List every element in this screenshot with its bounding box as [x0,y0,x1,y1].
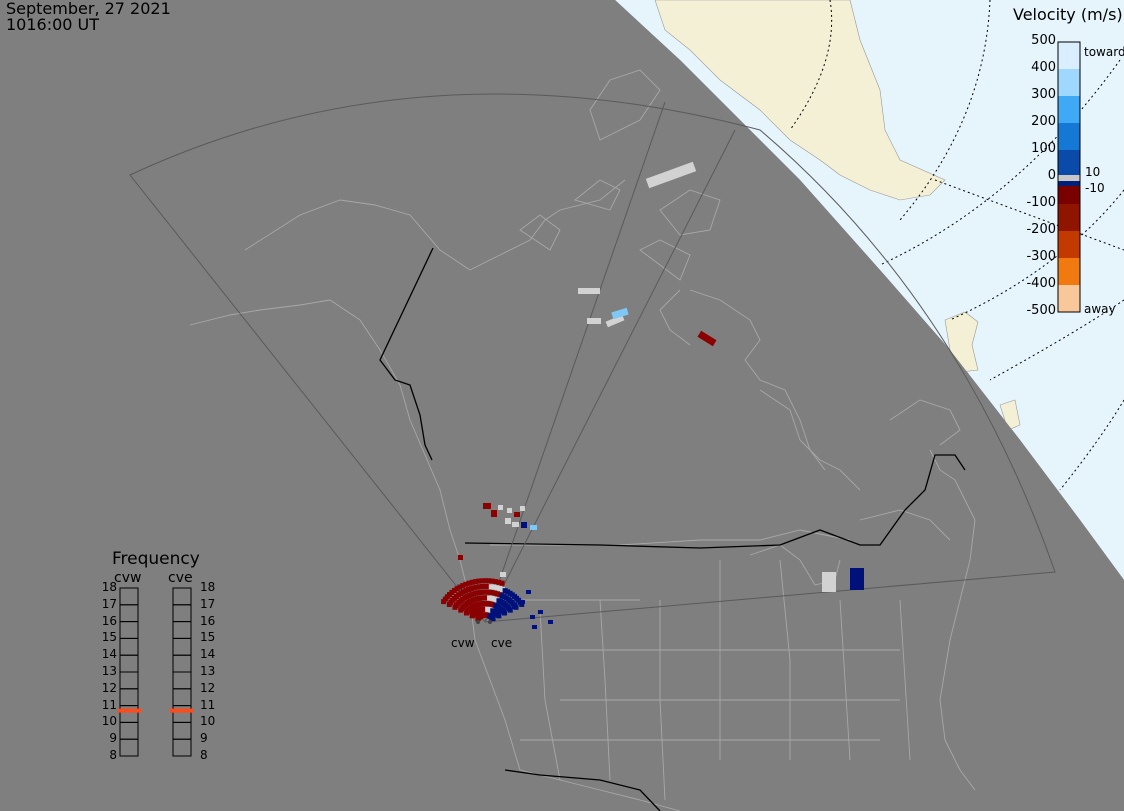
velocity-tick-10: -500 [1026,303,1056,318]
radar-label-cvw: cvw [451,636,475,650]
frequency-tick-9-right: 9 [200,731,208,746]
velocity-tick-5: 0 [1047,168,1056,183]
frequency-tick-18-left: 18 [101,580,117,594]
frequency-tick-12-right: 12 [200,680,216,695]
frequency-tick-16-right: 16 [200,613,216,628]
echo-cell [530,525,537,530]
echo-cell [530,615,535,619]
echo-cell [490,616,496,622]
frequency-tick-14-right: 14 [200,647,216,662]
echo-cell [578,288,600,294]
frequency-tick-15-left: 15 [101,630,117,645]
frequency-title: Frequency [112,549,200,569]
echo-cell [502,610,508,616]
colorbar-segment [1058,150,1080,177]
frequency-tick-15-right: 15 [200,630,216,645]
velocity-tick-9: -400 [1026,276,1056,291]
echo-cell [587,318,601,324]
frequency-tick-10-left: 10 [101,714,117,729]
radar-site-cve [488,620,492,624]
frequency-tick-13-right: 13 [200,664,216,678]
echo-cell [512,522,519,527]
echo-cell [514,512,520,517]
radar-site-cvw [476,620,480,624]
frequency-indicator [170,708,194,713]
echo-cell [491,510,497,517]
echo-cell [496,613,502,619]
velocity-tick-2: 300 [1031,87,1056,102]
frequency-tick-8-right: 8 [200,748,208,762]
frequency-tick-11-right: 11 [200,697,216,712]
frequency-tick-12-left: 12 [101,680,117,695]
toward-label: toward [1084,45,1124,59]
away-label: away [1084,302,1116,316]
echo-cell [498,505,503,510]
colorbar-segment [1058,204,1080,231]
colorbar-segment [1058,258,1080,285]
echo-cell [512,605,517,609]
frequency-tick-13-left: 13 [101,664,117,678]
ground-scatter-upper-label: 10 [1085,165,1101,179]
ground-scatter-lower-label: -10 [1085,181,1105,195]
echo-cell [483,503,491,509]
colorbar-segment [1058,285,1080,312]
frequency-column-cve-label: cve [168,570,193,586]
frequency-tick-14-left: 14 [101,647,117,662]
velocity-tick-0: 500 [1031,33,1056,48]
colorbar-segment [1058,186,1080,204]
echo-cell [538,610,543,614]
echo-cell [822,572,836,592]
echo-cell [458,555,463,560]
velocity-tick-3: 200 [1031,114,1056,129]
radar-label-cve: cve [491,636,513,650]
velocity-tick-6: -100 [1026,195,1056,210]
colorbar-segment [1058,231,1080,258]
echo-cell [532,625,537,629]
echo-cell [500,572,506,577]
velocity-tick-4: 100 [1031,141,1056,156]
frequency-tick-17-left: 17 [101,596,117,611]
colorbar-segment [1058,69,1080,96]
frequency-tick-8-left: 8 [109,748,117,762]
echo-cell [505,518,511,524]
frequency-indicator [117,708,141,713]
frequency-tick-16-left: 16 [101,613,117,628]
velocity-colorbar [1057,41,1081,313]
colorbar-segment [1058,42,1080,69]
frequency-tick-9-left: 9 [109,731,117,746]
frequency-column-cvw-label: cvw [114,570,142,586]
echo-cell [507,508,512,513]
echo-cell [548,620,553,624]
echo-cell [526,590,531,594]
time-label: 1016:00 UT [6,15,100,34]
colorbar-segment [1058,123,1080,150]
velocity-tick-1: 400 [1031,60,1056,75]
echo-cell [499,580,505,586]
velocity-tick-8: -300 [1026,249,1056,264]
frequency-tick-10-right: 10 [200,714,216,729]
echo-cell [521,522,527,528]
velocity-scale-title: Velocity (m/s) [1013,5,1123,24]
frequency-tick-18-right: 18 [200,580,216,594]
velocity-tick-7: -200 [1026,222,1056,237]
colorbar-segment [1058,96,1080,123]
ground-scatter-band [1058,175,1080,181]
frequency-tick-11-left: 11 [101,697,117,712]
radar-map [0,0,1124,811]
echo-cell [520,600,525,604]
frequency-tick-17-right: 17 [200,596,216,611]
echo-cell [850,568,864,590]
echo-cell [520,506,525,511]
